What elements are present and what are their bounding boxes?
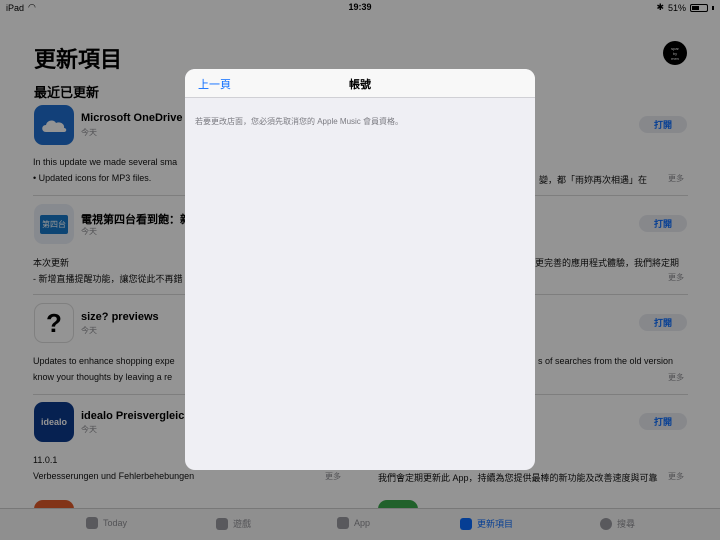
modal-header: 上一頁 帳號 [185, 69, 535, 98]
account-modal: 上一頁 帳號 若要更改店面，您必須先取消您的 Apple Music 會員資格。 [185, 69, 535, 470]
modal-title: 帳號 [349, 79, 371, 91]
modal-message: 若要更改店面，您必須先取消您的 Apple Music 會員資格。 [195, 117, 404, 126]
